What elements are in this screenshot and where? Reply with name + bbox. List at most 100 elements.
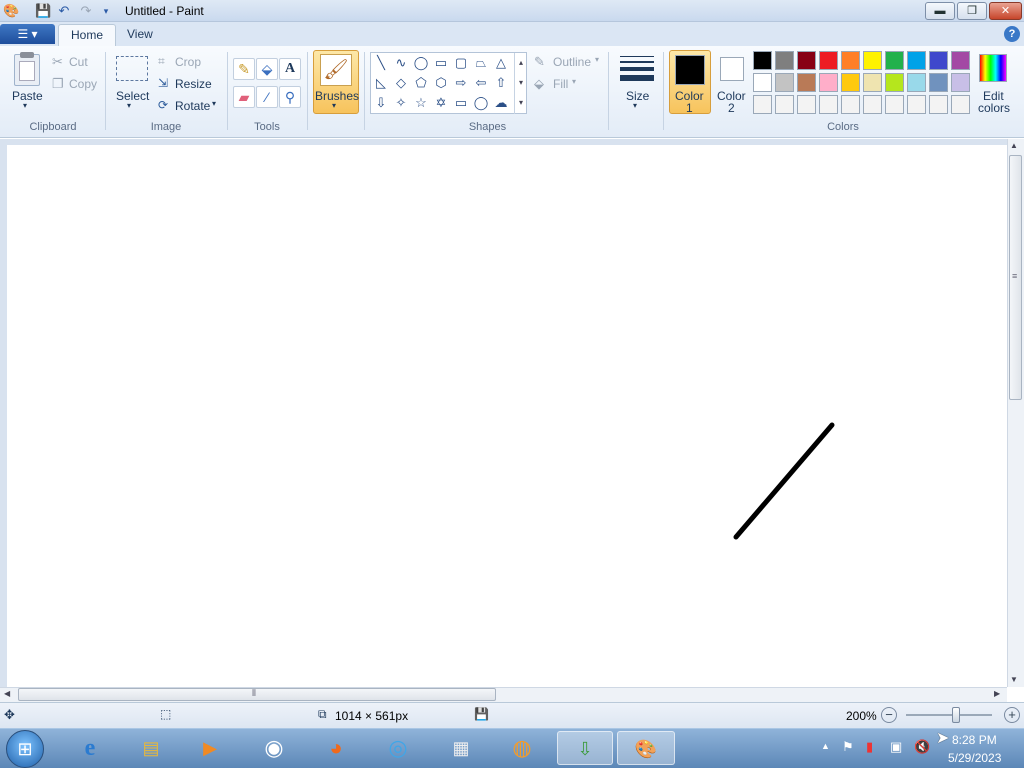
scroll-down-icon[interactable]: ▼ bbox=[1010, 675, 1018, 684]
curve-shape-icon[interactable]: ∿ bbox=[391, 53, 411, 73]
paste-icon[interactable] bbox=[14, 52, 40, 86]
fill-shape-icon[interactable]: ⬙ bbox=[534, 76, 544, 92]
fill-icon[interactable]: ⬙ bbox=[256, 58, 278, 80]
close-button[interactable]: ✕ bbox=[989, 2, 1022, 20]
paint-app-icon[interactable]: 🎨 bbox=[3, 3, 19, 19]
text-icon[interactable]: A bbox=[279, 58, 301, 80]
palette-swatch[interactable] bbox=[753, 95, 772, 114]
polygon-shape-icon[interactable]: ⏢ bbox=[471, 53, 491, 73]
copy-button[interactable]: Copy bbox=[69, 77, 97, 91]
edit-colors-label-2[interactable]: colors bbox=[978, 101, 1010, 115]
palette-swatch[interactable] bbox=[907, 95, 926, 114]
internet-explorer-icon[interactable]: e bbox=[72, 731, 108, 765]
power-icon[interactable]: ▮ bbox=[866, 739, 873, 755]
brushes-dropdown-icon[interactable]: ▾ bbox=[332, 101, 336, 110]
palette-swatch[interactable] bbox=[907, 51, 926, 70]
palette-swatch[interactable] bbox=[929, 51, 948, 70]
crop-button[interactable]: Crop bbox=[175, 55, 201, 69]
zoom-slider-track[interactable] bbox=[906, 714, 992, 716]
down-arrow-shape-icon[interactable]: ⇩ bbox=[371, 93, 391, 113]
scroll-right-icon[interactable]: ▶ bbox=[994, 689, 1000, 698]
palette-swatch[interactable] bbox=[929, 95, 948, 114]
volume-muted-icon[interactable]: 🔇 bbox=[914, 739, 930, 755]
zoom-in-button[interactable]: + bbox=[1004, 707, 1020, 723]
palette-swatch[interactable] bbox=[797, 73, 816, 92]
oval-callout-shape-icon[interactable]: ◯ bbox=[471, 93, 491, 113]
size-icon[interactable] bbox=[620, 56, 654, 82]
paint-menu-button[interactable]: ☰ ▾ bbox=[0, 24, 55, 44]
outline-dropdown-icon[interactable]: ▾ bbox=[595, 55, 599, 64]
cloud-callout-shape-icon[interactable]: ☁ bbox=[491, 93, 511, 113]
palette-swatch[interactable] bbox=[885, 73, 904, 92]
palette-swatch[interactable] bbox=[775, 51, 794, 70]
paste-button[interactable]: Paste bbox=[12, 89, 43, 103]
right-triangle-shape-icon[interactable]: ◺ bbox=[371, 73, 391, 93]
resize-button[interactable]: Resize bbox=[175, 77, 212, 91]
pentagon-shape-icon[interactable]: ⬠ bbox=[411, 73, 431, 93]
zoom-slider-thumb[interactable] bbox=[952, 707, 960, 723]
diamond-shape-icon[interactable]: ◇ bbox=[391, 73, 411, 93]
rectangle-shape-icon[interactable]: ▭ bbox=[431, 53, 451, 73]
left-arrow-shape-icon[interactable]: ⇦ bbox=[471, 73, 491, 93]
shapes-scroll[interactable]: ▴ ▾ ▾ bbox=[514, 53, 527, 114]
cut-icon[interactable]: ✂ bbox=[52, 54, 63, 70]
start-button[interactable]: ⊞ bbox=[6, 730, 44, 768]
fill-button[interactable]: Fill bbox=[553, 77, 568, 91]
palette-swatch[interactable] bbox=[797, 95, 816, 114]
network-icon[interactable]: ▣ bbox=[890, 739, 902, 755]
customize-quick-access-icon[interactable]: ▾ bbox=[98, 3, 114, 19]
palette-swatch[interactable] bbox=[951, 51, 970, 70]
magnifier-icon[interactable]: ⚲ bbox=[279, 86, 301, 108]
zoom-out-button[interactable]: − bbox=[881, 707, 897, 723]
rotate-dropdown-icon[interactable]: ▾ bbox=[212, 99, 216, 108]
vpn-icon[interactable]: ◍ bbox=[504, 731, 540, 765]
palette-swatch[interactable] bbox=[863, 73, 882, 92]
hexagon-shape-icon[interactable]: ⬡ bbox=[431, 73, 451, 93]
right-arrow-shape-icon[interactable]: ⇨ bbox=[451, 73, 471, 93]
palette-swatch[interactable] bbox=[907, 73, 926, 92]
palette-swatch[interactable] bbox=[753, 73, 772, 92]
palette-swatch[interactable] bbox=[863, 51, 882, 70]
scroll-up-icon[interactable]: ▲ bbox=[1010, 141, 1018, 150]
palette-swatch[interactable] bbox=[797, 51, 816, 70]
paste-dropdown-icon[interactable]: ▾ bbox=[23, 101, 27, 110]
five-point-star-shape-icon[interactable]: ☆ bbox=[411, 93, 431, 113]
palette-swatch[interactable] bbox=[819, 51, 838, 70]
palette-swatch[interactable] bbox=[929, 73, 948, 92]
oval-shape-icon[interactable]: ◯ bbox=[411, 53, 431, 73]
outline-icon[interactable]: ✎ bbox=[534, 54, 545, 70]
palette-swatch[interactable] bbox=[753, 51, 772, 70]
size-button[interactable]: Size bbox=[626, 89, 649, 103]
file-explorer-icon[interactable]: ▤ bbox=[133, 731, 169, 765]
up-arrow-shape-icon[interactable]: ⇧ bbox=[491, 73, 511, 93]
scroll-left-icon[interactable]: ◀ bbox=[4, 689, 10, 698]
color2-swatch[interactable] bbox=[720, 57, 744, 81]
network-app-icon[interactable]: ◎ bbox=[380, 731, 416, 765]
horizontal-scroll-thumb[interactable] bbox=[18, 688, 496, 701]
size-dropdown-icon[interactable]: ▾ bbox=[633, 101, 637, 110]
resize-icon[interactable]: ⇲ bbox=[158, 76, 168, 90]
outline-button[interactable]: Outline bbox=[553, 55, 591, 69]
firefox-icon[interactable]: ◕ bbox=[318, 731, 354, 765]
triangle-shape-icon[interactable]: △ bbox=[491, 53, 511, 73]
clock-date[interactable]: 5/29/2023 bbox=[948, 751, 1001, 765]
save-icon[interactable]: 💾 bbox=[35, 3, 51, 19]
calculator-icon[interactable]: ▦ bbox=[443, 731, 479, 765]
palette-swatch[interactable] bbox=[819, 73, 838, 92]
line-shape-icon[interactable]: ╲ bbox=[371, 53, 391, 73]
four-point-star-shape-icon[interactable]: ✧ bbox=[391, 93, 411, 113]
cut-button[interactable]: Cut bbox=[69, 55, 88, 69]
palette-swatch[interactable] bbox=[775, 95, 794, 114]
maximize-button[interactable]: ❐ bbox=[957, 2, 987, 20]
palette-swatch[interactable] bbox=[951, 73, 970, 92]
palette-swatch[interactable] bbox=[885, 95, 904, 114]
palette-swatch[interactable] bbox=[819, 95, 838, 114]
edit-colors-icon[interactable] bbox=[979, 54, 1007, 82]
drawing-canvas[interactable] bbox=[7, 145, 1007, 687]
rounded-rectangle-shape-icon[interactable]: ▢ bbox=[451, 53, 471, 73]
palette-swatch[interactable] bbox=[775, 73, 794, 92]
rotate-button[interactable]: Rotate bbox=[175, 99, 210, 113]
show-hidden-icons[interactable]: ▲ bbox=[821, 741, 830, 751]
undo-icon[interactable]: ↶ bbox=[56, 3, 72, 19]
media-player-icon[interactable]: ▶ bbox=[192, 731, 228, 765]
